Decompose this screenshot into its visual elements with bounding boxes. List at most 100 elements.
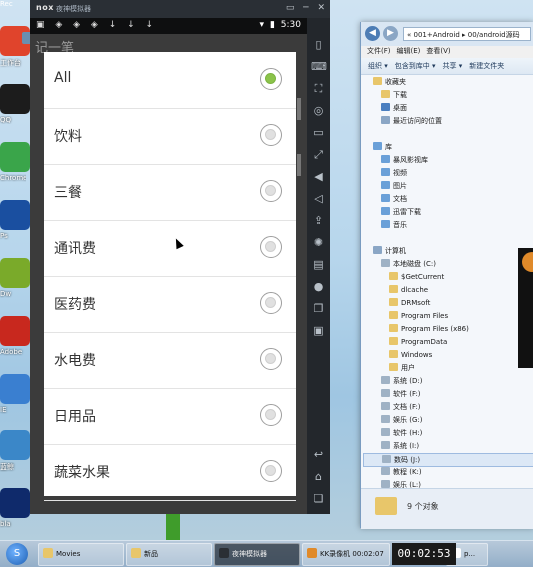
desktop-app-icon[interactable] xyxy=(0,200,30,230)
tree-item[interactable]: 本地磁盘 (C:) xyxy=(381,258,436,270)
menu-item[interactable]: 文件(F) xyxy=(367,47,391,55)
menu-item[interactable]: 查看(V) xyxy=(426,47,450,55)
toolbar-button[interactable]: 共享 ▾ xyxy=(443,62,463,70)
shake-icon[interactable]: ✺ xyxy=(311,236,326,250)
tree-item[interactable]: 系统 (D:) xyxy=(381,375,422,387)
tree-item[interactable]: 音乐 xyxy=(381,219,407,231)
toolbar-button[interactable]: 包含到库中 ▾ xyxy=(395,62,436,70)
tree-item[interactable]: Windows xyxy=(389,349,432,361)
desktop-app-icon[interactable] xyxy=(0,374,30,404)
taskbar-app-button[interactable]: KK录像机 00:02:07 xyxy=(302,543,390,566)
category-option[interactable]: 三餐 xyxy=(44,164,296,221)
desktop-app-label: 工作台 xyxy=(0,59,21,67)
tree-item[interactable]: 软件 (H:) xyxy=(381,427,422,439)
tree-item-label: 系统 (D:) xyxy=(393,377,423,385)
tree-item[interactable]: 软件 (F:) xyxy=(381,388,421,400)
tree-item-label: 下载 xyxy=(393,91,407,99)
desktop-app-icon[interactable] xyxy=(0,488,30,518)
home-icon[interactable]: ⌂ xyxy=(311,470,326,484)
tree-item[interactable]: 下载 xyxy=(381,89,407,101)
radio-unchecked-icon[interactable] xyxy=(260,236,282,258)
tree-item-label: 娱乐 (G:) xyxy=(393,416,423,424)
tree-item[interactable]: 文档 xyxy=(381,193,407,205)
tree-item[interactable]: 最近访问的位置 xyxy=(381,115,442,127)
back-arrow-icon[interactable]: ◀ xyxy=(365,26,380,41)
tree-item[interactable]: $GetCurrent xyxy=(389,271,444,283)
install-apk-icon[interactable]: ⇪ xyxy=(311,214,326,228)
tree-item-label: 桌面 xyxy=(393,104,407,112)
recording-timer: 00:02:53 xyxy=(392,543,456,565)
folder-icon xyxy=(381,181,390,189)
radio-checked-icon[interactable] xyxy=(260,68,282,90)
tree-item[interactable]: dlcache xyxy=(389,284,428,296)
category-option[interactable]: 通讯费 xyxy=(44,220,296,277)
wallpaper-plant xyxy=(166,514,180,540)
taskbar-app-button[interactable]: Movies xyxy=(38,543,124,566)
desktop-app-icon[interactable] xyxy=(0,430,30,460)
recent-apps-icon[interactable]: ❏ xyxy=(311,492,326,506)
category-option[interactable]: 蔬菜水果 xyxy=(44,444,296,501)
toolbar-button[interactable]: 新建文件夹 xyxy=(469,62,504,70)
taskbar-app-button[interactable]: 新品 xyxy=(126,543,212,566)
tree-item[interactable]: 桌面 xyxy=(381,102,407,114)
fullscreen-icon[interactable]: ⛶ xyxy=(311,82,326,96)
tree-item-label: ProgramData xyxy=(401,338,448,346)
folder-icon[interactable]: ▤ xyxy=(311,258,326,272)
tree-item[interactable]: 视频 xyxy=(381,167,407,179)
tree-item[interactable]: 娱乐 (G:) xyxy=(381,414,422,426)
category-option[interactable]: All xyxy=(44,52,296,109)
radio-unchecked-icon[interactable] xyxy=(260,404,282,426)
category-option[interactable]: 医药费 xyxy=(44,276,296,333)
screenshot-icon[interactable]: ▭ xyxy=(311,126,326,140)
category-option[interactable]: 日用品 xyxy=(44,388,296,445)
desktop-app-icon[interactable] xyxy=(0,316,30,346)
window-controls[interactable]: ▭ ─ ✕ xyxy=(286,3,328,13)
volume-down-icon[interactable]: ◁ xyxy=(311,192,326,206)
taskbar-app-button[interactable]: 夜神模拟器 xyxy=(214,543,300,566)
tree-item[interactable]: 用户 xyxy=(389,362,415,374)
tree-item[interactable]: 系统 (I:) xyxy=(381,440,419,452)
tree-item[interactable]: 文档 (F:) xyxy=(381,401,421,413)
tree-item[interactable]: 迅雷下载 xyxy=(381,206,421,218)
path-field[interactable]: « 001+Android ▸ 00/android源码 xyxy=(403,27,531,41)
volume-up-icon[interactable]: ◀ xyxy=(311,170,326,184)
forward-arrow-icon[interactable]: ▶ xyxy=(383,26,398,41)
tree-item[interactable]: Program Files xyxy=(389,310,448,322)
tree-item[interactable]: 图片 xyxy=(381,180,407,192)
tree-item[interactable]: 数码 (J:) xyxy=(363,453,533,467)
radio-unchecked-icon[interactable] xyxy=(260,180,282,202)
category-option[interactable]: 水电费 xyxy=(44,332,296,389)
radio-unchecked-icon[interactable] xyxy=(260,292,282,314)
multi-instance-icon[interactable]: ❐ xyxy=(311,302,326,316)
folder-icon xyxy=(373,77,382,85)
edge-notification[interactable] xyxy=(518,248,533,368)
radio-unchecked-icon[interactable] xyxy=(260,460,282,482)
phone-icon[interactable]: ▯ xyxy=(311,38,326,52)
record-icon[interactable]: ● xyxy=(311,280,326,294)
tree-item[interactable]: 暴风影视库 xyxy=(381,154,428,166)
tree-item[interactable]: 教程 (K:) xyxy=(381,466,422,478)
desktop-app-label: 蓝鲸 xyxy=(0,463,14,471)
rotate-icon[interactable]: ⤢ xyxy=(311,148,326,162)
desktop-app-icon[interactable] xyxy=(0,142,30,172)
radio-unchecked-icon[interactable] xyxy=(260,348,282,370)
tree-item[interactable]: DRMsoft xyxy=(389,297,430,309)
settings-icon[interactable]: ▣ xyxy=(311,324,326,338)
tree-item[interactable]: ProgramData xyxy=(389,336,447,348)
keyboard-icon[interactable]: ⌨ xyxy=(311,60,327,74)
tree-item-label: 教程 (K:) xyxy=(393,468,422,476)
start-button[interactable]: S xyxy=(6,543,28,565)
location-icon[interactable]: ◎ xyxy=(311,104,326,118)
radio-unchecked-icon[interactable] xyxy=(260,124,282,146)
menu-item[interactable]: 编辑(E) xyxy=(397,47,421,55)
toolbar-button[interactable]: 组织 ▾ xyxy=(368,62,388,70)
tree-item[interactable]: 计算机 xyxy=(373,245,406,257)
tree-item[interactable]: 收藏夹 xyxy=(373,76,406,88)
emulator-titlebar[interactable]: nox 夜神模拟器 ▭ ─ ✕ xyxy=(30,0,330,18)
back-icon[interactable]: ↩ xyxy=(311,448,326,462)
category-option[interactable]: 饮料 xyxy=(44,108,296,165)
tree-item[interactable]: Program Files (x86) xyxy=(389,323,469,335)
desktop-app-icon[interactable] xyxy=(0,258,30,288)
tree-item[interactable]: 库 xyxy=(373,141,392,153)
desktop-app-icon[interactable] xyxy=(0,84,30,114)
